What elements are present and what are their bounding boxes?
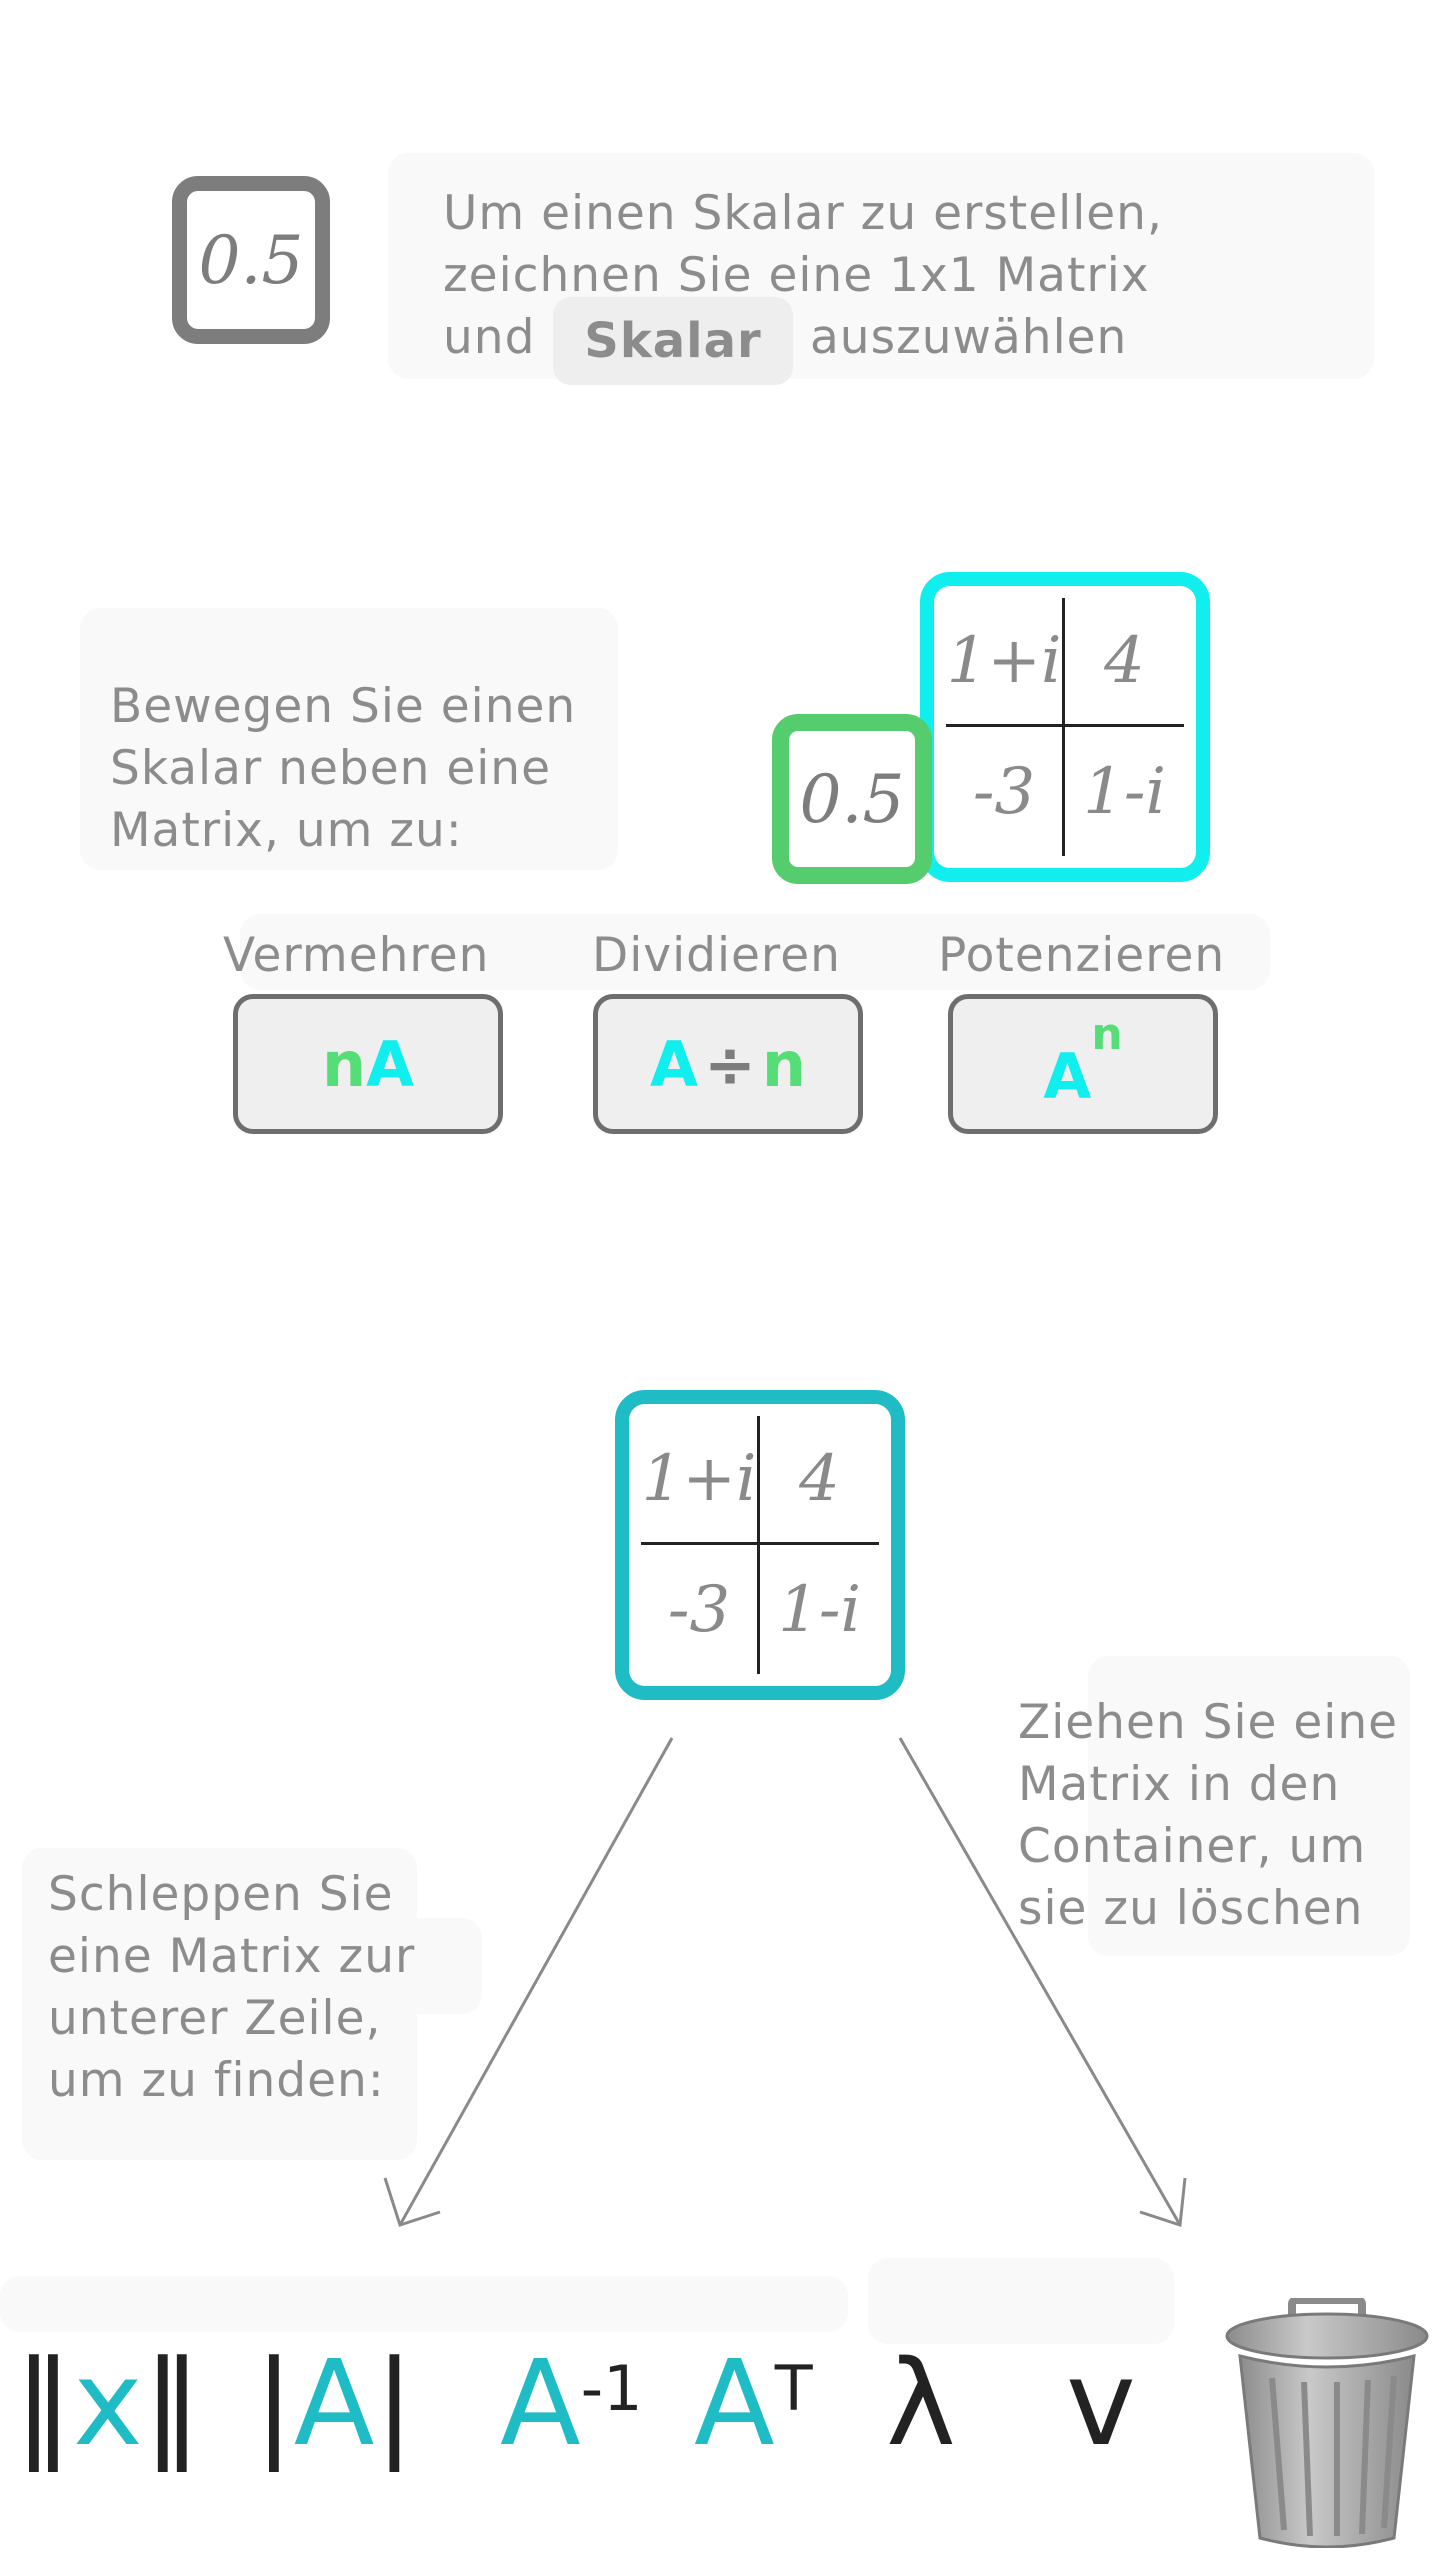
- determinant-button[interactable]: |A|: [254, 2344, 414, 2462]
- find-hint-line-2: eine Matrix zur: [48, 1929, 416, 1984]
- bottom-row-panel-right: [868, 2258, 1174, 2344]
- transpose-button[interactable]: AT: [694, 2344, 813, 2462]
- bottom-row-panel-left: [0, 2276, 848, 2332]
- norm-bar-right: ‖: [142, 2334, 202, 2472]
- norm-x: x: [73, 2334, 143, 2472]
- transpose-a: A: [694, 2334, 775, 2472]
- inverse-a: A: [500, 2334, 581, 2472]
- trash-icon-graphic: [1225, 2296, 1429, 2549]
- eigenvalue-button[interactable]: λ: [886, 2344, 956, 2462]
- det-bar-right: |: [374, 2334, 415, 2472]
- delete-hint-line-4: sie zu löschen: [1018, 1881, 1364, 1936]
- inverse-exponent: -1: [580, 2352, 643, 2425]
- det-a: A: [293, 2334, 375, 2472]
- find-hint-line-4: um zu finden:: [48, 2053, 385, 2108]
- delete-hint-line-3: Container, um: [1018, 1819, 1367, 1874]
- det-bar-left: |: [254, 2334, 294, 2472]
- norm-button[interactable]: ‖x‖: [14, 2344, 202, 2462]
- delete-hint-line-1: Ziehen Sie eine: [1018, 1695, 1399, 1750]
- transpose-exponent: T: [774, 2352, 813, 2425]
- eigenvector-button[interactable]: v: [1066, 2344, 1136, 2462]
- trash-icon[interactable]: [1222, 2296, 1432, 2549]
- inverse-button[interactable]: A-1: [500, 2344, 643, 2462]
- arrows: [383, 1737, 1187, 2227]
- arrow-right-head: [1139, 2177, 1187, 2227]
- delete-hint-line-2: Matrix in den: [1018, 1757, 1341, 1812]
- norm-bar-left: ‖: [14, 2334, 73, 2472]
- find-hint-line-3: unterer Zeile,: [48, 1991, 382, 2046]
- find-hint-line-1: Schleppen Sie: [48, 1867, 394, 1922]
